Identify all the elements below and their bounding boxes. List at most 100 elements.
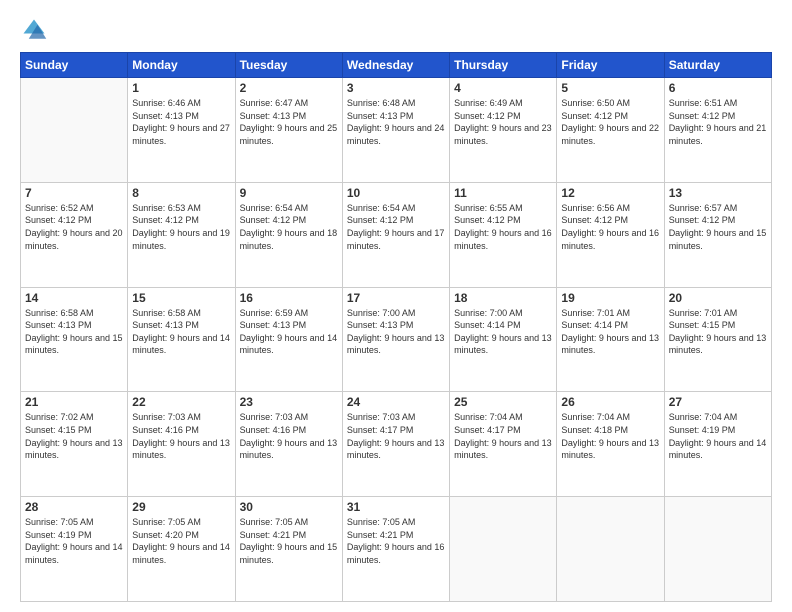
calendar-cell: 6Sunrise: 6:51 AM Sunset: 4:12 PM Daylig… xyxy=(664,78,771,183)
day-number: 10 xyxy=(347,186,445,200)
calendar-week-0: 1Sunrise: 6:46 AM Sunset: 4:13 PM Daylig… xyxy=(21,78,772,183)
header-wednesday: Wednesday xyxy=(342,53,449,78)
day-info: Sunrise: 7:05 AM Sunset: 4:19 PM Dayligh… xyxy=(25,516,123,566)
calendar-cell: 22 Sunrise: 7:03 AM Sunset: 4:16 PM Dayli… xyxy=(128,392,235,497)
day-info: Sunrise: 7:00 AM Sunset: 4:13 PM Dayligh… xyxy=(347,307,445,357)
calendar-cell: 14Sunrise: 6:58 AM Sunset: 4:13 PM Dayli… xyxy=(21,287,128,392)
calendar-cell: 11 Sunrise: 6:55 AM Sunset: 4:12 PM Dayli… xyxy=(450,182,557,287)
day-number: 21 xyxy=(25,395,123,409)
day-info: Sunrise: 6:52 AM Sunset: 4:12 PM Dayligh… xyxy=(25,202,123,252)
day-info: Sunrise: 6:51 AM Sunset: 4:12 PM Dayligh… xyxy=(669,97,767,147)
day-info: Sunrise: 6:55 AM Sunset: 4:12 PM Dayligh… xyxy=(454,202,552,252)
day-number: 28 xyxy=(25,500,123,514)
day-number: 4 xyxy=(454,81,552,95)
calendar-cell: 20 Sunrise: 7:01 AM Sunset: 4:15 PM Dayli… xyxy=(664,287,771,392)
calendar-cell: 19Sunrise: 7:01 AM Sunset: 4:14 PM Dayli… xyxy=(557,287,664,392)
day-info: Sunrise: 7:03 AM Sunset: 4:16 PM Dayligh… xyxy=(240,411,338,461)
calendar-header-row: SundayMondayTuesdayWednesdayThursdayFrid… xyxy=(21,53,772,78)
day-info: Sunrise: 7:01 AM Sunset: 4:15 PM Dayligh… xyxy=(669,307,767,357)
calendar-week-1: 7Sunrise: 6:52 AM Sunset: 4:12 PM Daylig… xyxy=(21,182,772,287)
day-number: 26 xyxy=(561,395,659,409)
day-info: Sunrise: 6:46 AM Sunset: 4:13 PM Dayligh… xyxy=(132,97,230,147)
day-number: 8 xyxy=(132,186,230,200)
calendar-cell: 3 Sunrise: 6:48 AM Sunset: 4:13 PM Daylig… xyxy=(342,78,449,183)
day-info: Sunrise: 7:00 AM Sunset: 4:14 PM Dayligh… xyxy=(454,307,552,357)
header-sunday: Sunday xyxy=(21,53,128,78)
day-number: 5 xyxy=(561,81,659,95)
day-number: 22 xyxy=(132,395,230,409)
calendar-cell: 30 Sunrise: 7:05 AM Sunset: 4:21 PM Dayli… xyxy=(235,497,342,602)
day-info: Sunrise: 6:47 AM Sunset: 4:13 PM Dayligh… xyxy=(240,97,338,147)
day-info: Sunrise: 7:04 AM Sunset: 4:19 PM Dayligh… xyxy=(669,411,767,461)
calendar-cell: 18 Sunrise: 7:00 AM Sunset: 4:14 PM Dayli… xyxy=(450,287,557,392)
calendar-cell xyxy=(557,497,664,602)
day-info: Sunrise: 7:04 AM Sunset: 4:18 PM Dayligh… xyxy=(561,411,659,461)
day-number: 29 xyxy=(132,500,230,514)
day-number: 20 xyxy=(669,291,767,305)
day-number: 3 xyxy=(347,81,445,95)
calendar-cell xyxy=(21,78,128,183)
calendar-cell: 25 Sunrise: 7:04 AM Sunset: 4:17 PM Dayli… xyxy=(450,392,557,497)
day-info: Sunrise: 7:04 AM Sunset: 4:17 PM Dayligh… xyxy=(454,411,552,461)
day-number: 12 xyxy=(561,186,659,200)
day-number: 2 xyxy=(240,81,338,95)
day-info: Sunrise: 7:05 AM Sunset: 4:21 PM Dayligh… xyxy=(347,516,445,566)
day-info: Sunrise: 7:03 AM Sunset: 4:17 PM Dayligh… xyxy=(347,411,445,461)
day-info: Sunrise: 6:48 AM Sunset: 4:13 PM Dayligh… xyxy=(347,97,445,147)
calendar: SundayMondayTuesdayWednesdayThursdayFrid… xyxy=(20,52,772,602)
calendar-cell xyxy=(450,497,557,602)
day-number: 18 xyxy=(454,291,552,305)
header xyxy=(20,16,772,44)
calendar-cell: 17 Sunrise: 7:00 AM Sunset: 4:13 PM Dayli… xyxy=(342,287,449,392)
calendar-cell: 1Sunrise: 6:46 AM Sunset: 4:13 PM Daylig… xyxy=(128,78,235,183)
header-saturday: Saturday xyxy=(664,53,771,78)
calendar-cell: 23 Sunrise: 7:03 AM Sunset: 4:16 PM Dayli… xyxy=(235,392,342,497)
calendar-cell: 27Sunrise: 7:04 AM Sunset: 4:19 PM Dayli… xyxy=(664,392,771,497)
calendar-cell: 2 Sunrise: 6:47 AM Sunset: 4:13 PM Daylig… xyxy=(235,78,342,183)
day-info: Sunrise: 6:59 AM Sunset: 4:13 PM Dayligh… xyxy=(240,307,338,357)
day-number: 9 xyxy=(240,186,338,200)
day-info: Sunrise: 6:53 AM Sunset: 4:12 PM Dayligh… xyxy=(132,202,230,252)
calendar-cell: 8 Sunrise: 6:53 AM Sunset: 4:12 PM Daylig… xyxy=(128,182,235,287)
calendar-cell: 13Sunrise: 6:57 AM Sunset: 4:12 PM Dayli… xyxy=(664,182,771,287)
calendar-cell xyxy=(664,497,771,602)
calendar-cell: 16 Sunrise: 6:59 AM Sunset: 4:13 PM Dayli… xyxy=(235,287,342,392)
day-info: Sunrise: 6:56 AM Sunset: 4:12 PM Dayligh… xyxy=(561,202,659,252)
day-number: 19 xyxy=(561,291,659,305)
day-number: 16 xyxy=(240,291,338,305)
day-info: Sunrise: 7:05 AM Sunset: 4:21 PM Dayligh… xyxy=(240,516,338,566)
calendar-cell: 21 Sunrise: 7:02 AM Sunset: 4:15 PM Dayli… xyxy=(21,392,128,497)
calendar-cell: 28 Sunrise: 7:05 AM Sunset: 4:19 PM Dayli… xyxy=(21,497,128,602)
day-info: Sunrise: 7:05 AM Sunset: 4:20 PM Dayligh… xyxy=(132,516,230,566)
day-number: 11 xyxy=(454,186,552,200)
day-number: 30 xyxy=(240,500,338,514)
day-number: 17 xyxy=(347,291,445,305)
header-monday: Monday xyxy=(128,53,235,78)
day-number: 14 xyxy=(25,291,123,305)
calendar-cell: 9Sunrise: 6:54 AM Sunset: 4:12 PM Daylig… xyxy=(235,182,342,287)
logo-icon xyxy=(20,16,48,44)
calendar-week-4: 28 Sunrise: 7:05 AM Sunset: 4:19 PM Dayli… xyxy=(21,497,772,602)
calendar-cell: 7Sunrise: 6:52 AM Sunset: 4:12 PM Daylig… xyxy=(21,182,128,287)
logo xyxy=(20,16,52,44)
day-info: Sunrise: 7:03 AM Sunset: 4:16 PM Dayligh… xyxy=(132,411,230,461)
calendar-cell: 31 Sunrise: 7:05 AM Sunset: 4:21 PM Dayli… xyxy=(342,497,449,602)
calendar-week-3: 21 Sunrise: 7:02 AM Sunset: 4:15 PM Dayli… xyxy=(21,392,772,497)
calendar-cell: 10Sunrise: 6:54 AM Sunset: 4:12 PM Dayli… xyxy=(342,182,449,287)
day-number: 25 xyxy=(454,395,552,409)
calendar-cell: 12 Sunrise: 6:56 AM Sunset: 4:12 PM Dayli… xyxy=(557,182,664,287)
day-number: 15 xyxy=(132,291,230,305)
day-info: Sunrise: 6:49 AM Sunset: 4:12 PM Dayligh… xyxy=(454,97,552,147)
header-thursday: Thursday xyxy=(450,53,557,78)
day-info: Sunrise: 6:50 AM Sunset: 4:12 PM Dayligh… xyxy=(561,97,659,147)
calendar-cell: 5 Sunrise: 6:50 AM Sunset: 4:12 PM Daylig… xyxy=(557,78,664,183)
day-info: Sunrise: 7:02 AM Sunset: 4:15 PM Dayligh… xyxy=(25,411,123,461)
calendar-week-2: 14Sunrise: 6:58 AM Sunset: 4:13 PM Dayli… xyxy=(21,287,772,392)
page: SundayMondayTuesdayWednesdayThursdayFrid… xyxy=(0,0,792,612)
day-number: 24 xyxy=(347,395,445,409)
calendar-cell: 24 Sunrise: 7:03 AM Sunset: 4:17 PM Dayli… xyxy=(342,392,449,497)
header-friday: Friday xyxy=(557,53,664,78)
day-number: 23 xyxy=(240,395,338,409)
day-number: 31 xyxy=(347,500,445,514)
calendar-cell: 4 Sunrise: 6:49 AM Sunset: 4:12 PM Daylig… xyxy=(450,78,557,183)
